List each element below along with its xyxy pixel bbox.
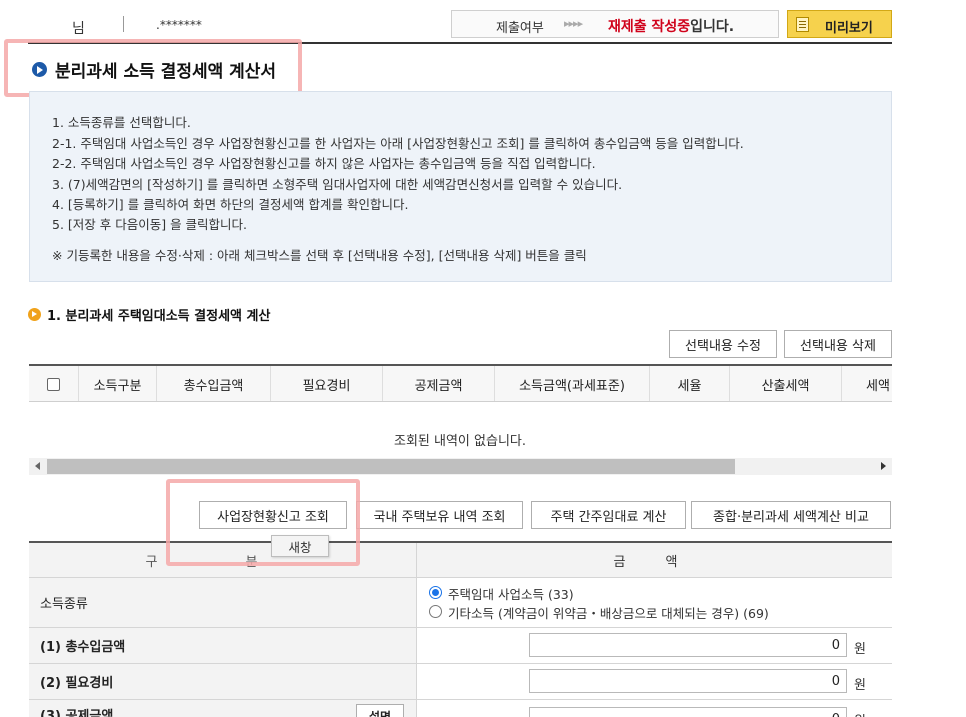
unit-label: 원 xyxy=(854,678,866,693)
description-button[interactable]: 설명 xyxy=(356,704,404,717)
select-all-cell xyxy=(29,366,79,401)
radio-label: 기타소득 (계약금이 위약금・배상금으로 대체되는 경우) (69) xyxy=(448,606,769,621)
user-id: .******* xyxy=(156,18,202,32)
table-row: (2) 필요경비 원 xyxy=(29,664,892,700)
section-title-text: 1. 분리과세 주택임대소득 결정세액 계산 xyxy=(47,309,271,324)
delete-selected-button[interactable]: 선택내용 삭제 xyxy=(784,330,892,358)
status-value: 재제출 작성중입니다. xyxy=(608,16,734,36)
title-highlight xyxy=(4,39,302,97)
radio-other-income[interactable] xyxy=(429,605,442,618)
instructions-box: 1. 소득종류를 선택합니다. 2-1. 주택임대 사업소득인 경우 사업장현황… xyxy=(29,91,892,282)
status-label: 제출여부 xyxy=(496,21,544,36)
housing-ownership-lookup-button[interactable]: 국내 주택보유 내역 조회 xyxy=(356,501,523,529)
column-header: 세율 xyxy=(650,366,730,401)
horizontal-scrollbar[interactable] xyxy=(29,458,892,475)
top-bar: 님 .******* 제출여부 ▸▸▸▸ 재제출 작성중입니다. 미리보기 xyxy=(28,0,892,44)
unit-label: 원 xyxy=(854,642,866,657)
column-header: 필요경비 xyxy=(271,366,383,401)
column-header: 소득금액(과세표준) xyxy=(495,366,650,401)
arrow-circle-icon xyxy=(28,308,41,321)
column-header: 세액 xyxy=(866,378,890,394)
income-type-options: 주택임대 사업소득 (33) 기타소득 (계약금이 위약금・배상금으로 대체되는… xyxy=(417,578,892,627)
submission-status-box: 제출여부 ▸▸▸▸ 재제출 작성중입니다. xyxy=(451,10,779,38)
empty-message: 조회된 내역이 없습니다. xyxy=(394,434,526,449)
select-all-checkbox[interactable] xyxy=(47,377,60,391)
income-type-label: 소득종류 xyxy=(29,578,417,627)
edit-selected-button[interactable]: 선택내용 수정 xyxy=(669,330,777,358)
table-row: (3) 공제금액 설명 원 xyxy=(29,700,892,717)
new-window-tooltip: 새창 xyxy=(271,535,329,557)
instruction-note: ※ 기등록한 내용을 수정·삭제 : 아래 체크박스를 선택 후 [선택내용 수… xyxy=(52,248,587,263)
radio-label: 주택임대 사업소득 (33) xyxy=(448,587,574,602)
tax-compare-button[interactable]: 종합·분리과세 세액계산 비교 xyxy=(691,501,891,529)
status-arrows-icon: ▸▸▸▸ xyxy=(564,17,583,30)
radio-housing-rental[interactable] xyxy=(429,586,442,599)
income-type-row: 소득종류 주택임대 사업소득 (33) 기타소득 (계약금이 위약금・배상금으로… xyxy=(29,578,892,628)
document-icon xyxy=(796,17,809,32)
deemed-rent-calc-button[interactable]: 주택 간주임대료 계산 xyxy=(531,501,686,529)
row-value: 원 xyxy=(417,700,892,717)
scroll-thumb[interactable] xyxy=(47,459,735,474)
column-header: 소득구분 xyxy=(79,366,157,401)
column-header: 공제금액 xyxy=(383,366,495,401)
row-label: (2) 필요경비 xyxy=(29,664,417,699)
status-suffix: 입니다. xyxy=(690,19,735,35)
section-title: 1. 분리과세 주택임대소득 결정세액 계산 xyxy=(28,305,270,324)
scroll-right-icon[interactable] xyxy=(881,462,886,470)
user-name: 님 xyxy=(72,21,85,37)
instruction-line: 1. 소득종류를 선택합니다. xyxy=(52,115,191,130)
row-value: 원 xyxy=(417,628,892,663)
row-label-text: (3) 공제금액 xyxy=(40,709,114,717)
header-amount: 금 액 xyxy=(613,555,696,570)
row-value: 원 xyxy=(417,664,892,699)
column-header: 산출세액 xyxy=(730,366,842,401)
instruction-line: 4. [등록하기] 를 클릭하여 화면 하단의 결정세액 합계를 확인합니다. xyxy=(52,197,409,212)
status-value-text: 재제출 작성중 xyxy=(608,19,691,35)
user-separator xyxy=(123,16,124,32)
instruction-line: 2-1. 주택임대 사업소득인 경우 사업장현황신고를 한 사업자는 아래 [사… xyxy=(52,136,744,151)
table-row: (1) 총수입금액 원 xyxy=(29,628,892,664)
instruction-line: 3. (7)세액감면의 [작성하기] 를 클릭하면 소형주택 임대사업자에 대한… xyxy=(52,177,623,192)
scroll-left-icon[interactable] xyxy=(35,462,40,470)
row-label: (1) 총수입금액 xyxy=(29,628,417,663)
instruction-line: 2-2. 주택임대 사업소득인 경우 사업장현황신고를 하지 않은 사업자는 총… xyxy=(52,156,596,171)
calc-table-header: 구 분 금 액 xyxy=(29,541,892,578)
unit-label: 원 xyxy=(854,710,866,717)
row-label: (3) 공제금액 설명 xyxy=(29,700,417,717)
result-grid-header: 소득구분 총수입금액 필요경비 공제금액 소득금액(과세표준) 세율 산출세액 … xyxy=(29,364,892,402)
column-header: 총수입금액 xyxy=(157,366,271,401)
instruction-line: 5. [저장 후 다음이동] 을 클릭합니다. xyxy=(52,217,248,232)
expense-input[interactable] xyxy=(529,669,847,693)
total-income-input[interactable] xyxy=(529,633,847,657)
button-highlight xyxy=(166,479,360,566)
preview-label: 미리보기 xyxy=(825,21,873,36)
preview-button[interactable]: 미리보기 xyxy=(787,10,892,38)
deduction-input[interactable] xyxy=(529,707,847,717)
